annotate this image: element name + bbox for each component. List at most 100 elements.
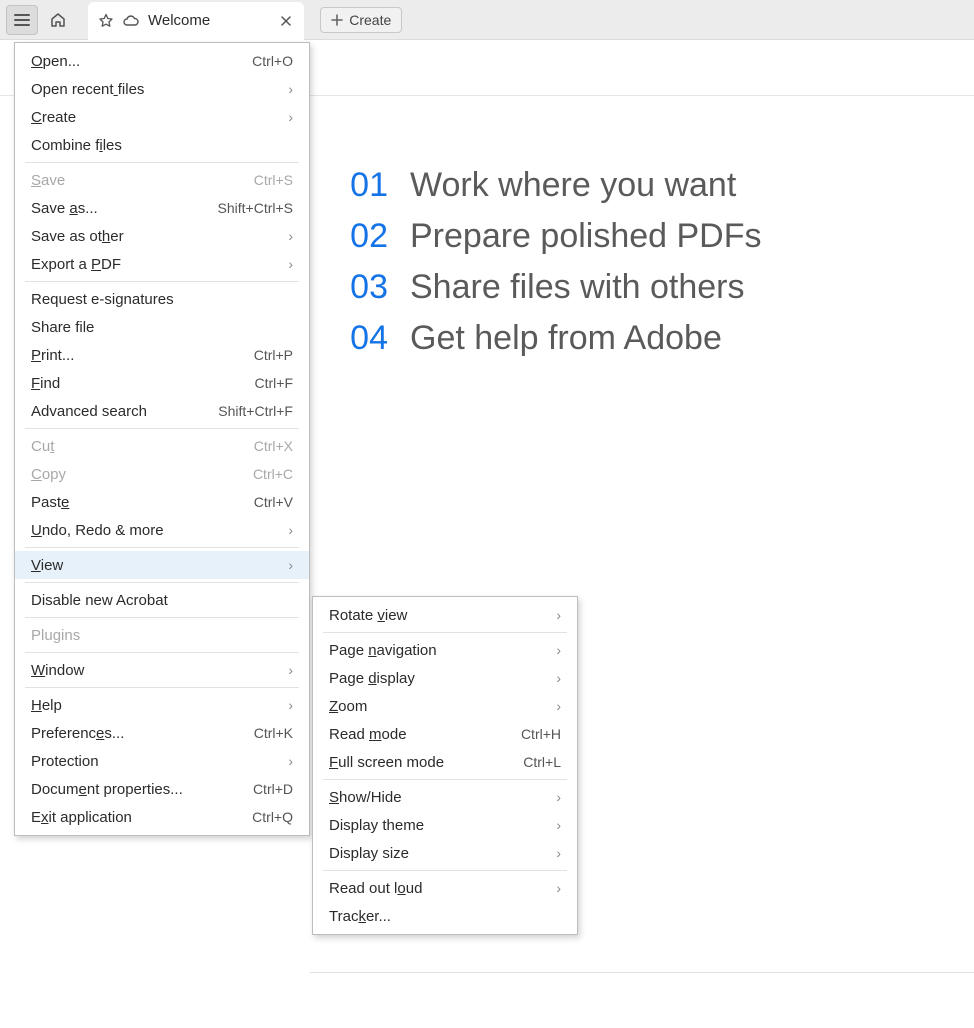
feature-text: Prepare polished PDFs: [410, 217, 762, 256]
menu-item-label: Advanced search: [31, 403, 147, 420]
menu-item-display-size[interactable]: Display size›: [313, 839, 577, 867]
menu-separator: [25, 428, 299, 429]
menu-item-cut: Cut Ctrl+X: [15, 432, 309, 460]
chevron-right-icon: ›: [288, 753, 293, 769]
menu-item-label: Request e-signatures: [31, 291, 174, 308]
menu-item-show-hide[interactable]: Show/Hide ›: [313, 783, 577, 811]
menu-item-tracker[interactable]: Tracker...: [313, 902, 577, 930]
menu-item-request-e-signatures[interactable]: Request e-signatures: [15, 285, 309, 313]
menu-item-shortcut: Ctrl+S: [254, 172, 293, 188]
menu-item-shortcut: Ctrl+D: [253, 781, 293, 797]
view-submenu: Rotate view›Page navigation›Page display…: [312, 596, 578, 935]
menu-item-read-mode[interactable]: Read modeCtrl+H: [313, 720, 577, 748]
menu-item-label: Tracker...: [329, 908, 391, 925]
menu-item-label: Plugins: [31, 627, 80, 644]
menu-item-document-properties[interactable]: Document properties... Ctrl+D: [15, 775, 309, 803]
feature-row[interactable]: 01Work where you want: [340, 166, 934, 205]
menu-separator: [25, 652, 299, 653]
chevron-right-icon: ›: [288, 697, 293, 713]
menu-item-display-theme[interactable]: Display theme›: [313, 811, 577, 839]
menu-item-label: Paste: [31, 494, 69, 511]
menu-item-shortcut: Ctrl+V: [254, 494, 293, 510]
chevron-right-icon: ›: [556, 880, 561, 896]
menu-item-label: Save as...: [31, 200, 98, 217]
menu-item-paste[interactable]: Paste Ctrl+V: [15, 488, 309, 516]
chevron-right-icon: ›: [288, 256, 293, 272]
menu-item-save-as[interactable]: Save as... Shift+Ctrl+S: [15, 194, 309, 222]
menu-separator: [323, 870, 567, 871]
menu-item-share-file[interactable]: Share file: [15, 313, 309, 341]
menu-item-shortcut: Shift+Ctrl+S: [218, 200, 293, 216]
menu-item-label: View: [31, 557, 63, 574]
menu-item-label: Print...: [31, 347, 74, 364]
menu-item-save: SaveCtrl+S: [15, 166, 309, 194]
menu-item-label: Rotate view: [329, 607, 407, 624]
chevron-right-icon: ›: [288, 557, 293, 573]
menu-item-protection[interactable]: Protection›: [15, 747, 309, 775]
feature-row[interactable]: 02 Prepare polished PDFs: [340, 217, 934, 256]
menu-item-shortcut: Ctrl+Q: [252, 809, 293, 825]
feature-number: 02: [340, 217, 388, 256]
menu-item-find[interactable]: FindCtrl+F: [15, 369, 309, 397]
menu-separator: [323, 632, 567, 633]
bottom-panel-divider: [310, 972, 974, 974]
menu-item-open[interactable]: Open... Ctrl+O: [15, 47, 309, 75]
chevron-right-icon: ›: [556, 845, 561, 861]
menu-item-page-navigation[interactable]: Page navigation›: [313, 636, 577, 664]
menu-item-label: Zoom: [329, 698, 367, 715]
menu-item-label: Create: [31, 109, 76, 126]
menu-item-open-recent-files[interactable]: Open recent files›: [15, 75, 309, 103]
menu-item-label: Show/Hide: [329, 789, 402, 806]
menu-item-create[interactable]: Create›: [15, 103, 309, 131]
menu-separator: [25, 547, 299, 548]
menu-item-label: Help: [31, 697, 62, 714]
feature-number: 04: [340, 319, 388, 358]
menu-item-help[interactable]: Help ›: [15, 691, 309, 719]
tab-close-button[interactable]: [278, 13, 294, 29]
menu-item-export-a-pdf[interactable]: Export a PDF ›: [15, 250, 309, 278]
menu-item-shortcut: Ctrl+X: [254, 438, 293, 454]
menu-item-label: Open...: [31, 53, 80, 70]
feature-row[interactable]: 03Share files with others: [340, 268, 934, 307]
create-button[interactable]: Create: [320, 7, 402, 33]
menu-item-preferences[interactable]: Preferences...Ctrl+K: [15, 719, 309, 747]
menu-item-label: Document properties...: [31, 781, 183, 798]
menu-item-label: Undo, Redo & more: [31, 522, 164, 539]
menu-item-save-as-other[interactable]: Save as other›: [15, 222, 309, 250]
menu-separator: [25, 582, 299, 583]
menu-item-label: Combine files: [31, 137, 122, 154]
menu-item-page-display[interactable]: Page display›: [313, 664, 577, 692]
plus-icon: [331, 14, 343, 26]
menu-separator: [25, 687, 299, 688]
feature-row[interactable]: 04Get help from Adobe: [340, 319, 934, 358]
menu-separator: [25, 162, 299, 163]
menu-item-window[interactable]: Window›: [15, 656, 309, 684]
menu-item-undo-redo-more[interactable]: Undo, Redo & more ›: [15, 516, 309, 544]
menu-item-exit-application[interactable]: Exit applicationCtrl+Q: [15, 803, 309, 831]
home-button[interactable]: [42, 5, 74, 35]
menu-separator: [25, 281, 299, 282]
menu-item-shortcut: Ctrl+C: [253, 466, 293, 482]
menu-item-shortcut: Ctrl+F: [255, 375, 294, 391]
menu-item-view[interactable]: View ›: [15, 551, 309, 579]
menu-item-label: Cut: [31, 438, 54, 455]
menu-item-advanced-search[interactable]: Advanced searchShift+Ctrl+F: [15, 397, 309, 425]
tab-welcome[interactable]: Welcome: [88, 2, 304, 40]
menu-item-full-screen-mode[interactable]: Full screen modeCtrl+L: [313, 748, 577, 776]
chevron-right-icon: ›: [288, 81, 293, 97]
menu-item-print[interactable]: Print...Ctrl+P: [15, 341, 309, 369]
menu-item-label: Page display: [329, 670, 415, 687]
menu-item-shortcut: Ctrl+O: [252, 53, 293, 69]
tab-title: Welcome: [148, 12, 210, 29]
menu-item-disable-new-acrobat[interactable]: Disable new Acrobat: [15, 586, 309, 614]
hamburger-menu-button[interactable]: [6, 5, 38, 35]
menu-item-zoom[interactable]: Zoom›: [313, 692, 577, 720]
menu-item-read-out-loud[interactable]: Read out loud›: [313, 874, 577, 902]
menu-item-rotate-view[interactable]: Rotate view›: [313, 601, 577, 629]
menu-item-label: Export a PDF: [31, 256, 121, 273]
toolbar: Welcome Create: [0, 0, 974, 40]
menu-item-label: Display theme: [329, 817, 424, 834]
menu-item-combine-files[interactable]: Combine files: [15, 131, 309, 159]
chevron-right-icon: ›: [288, 522, 293, 538]
chevron-right-icon: ›: [556, 789, 561, 805]
